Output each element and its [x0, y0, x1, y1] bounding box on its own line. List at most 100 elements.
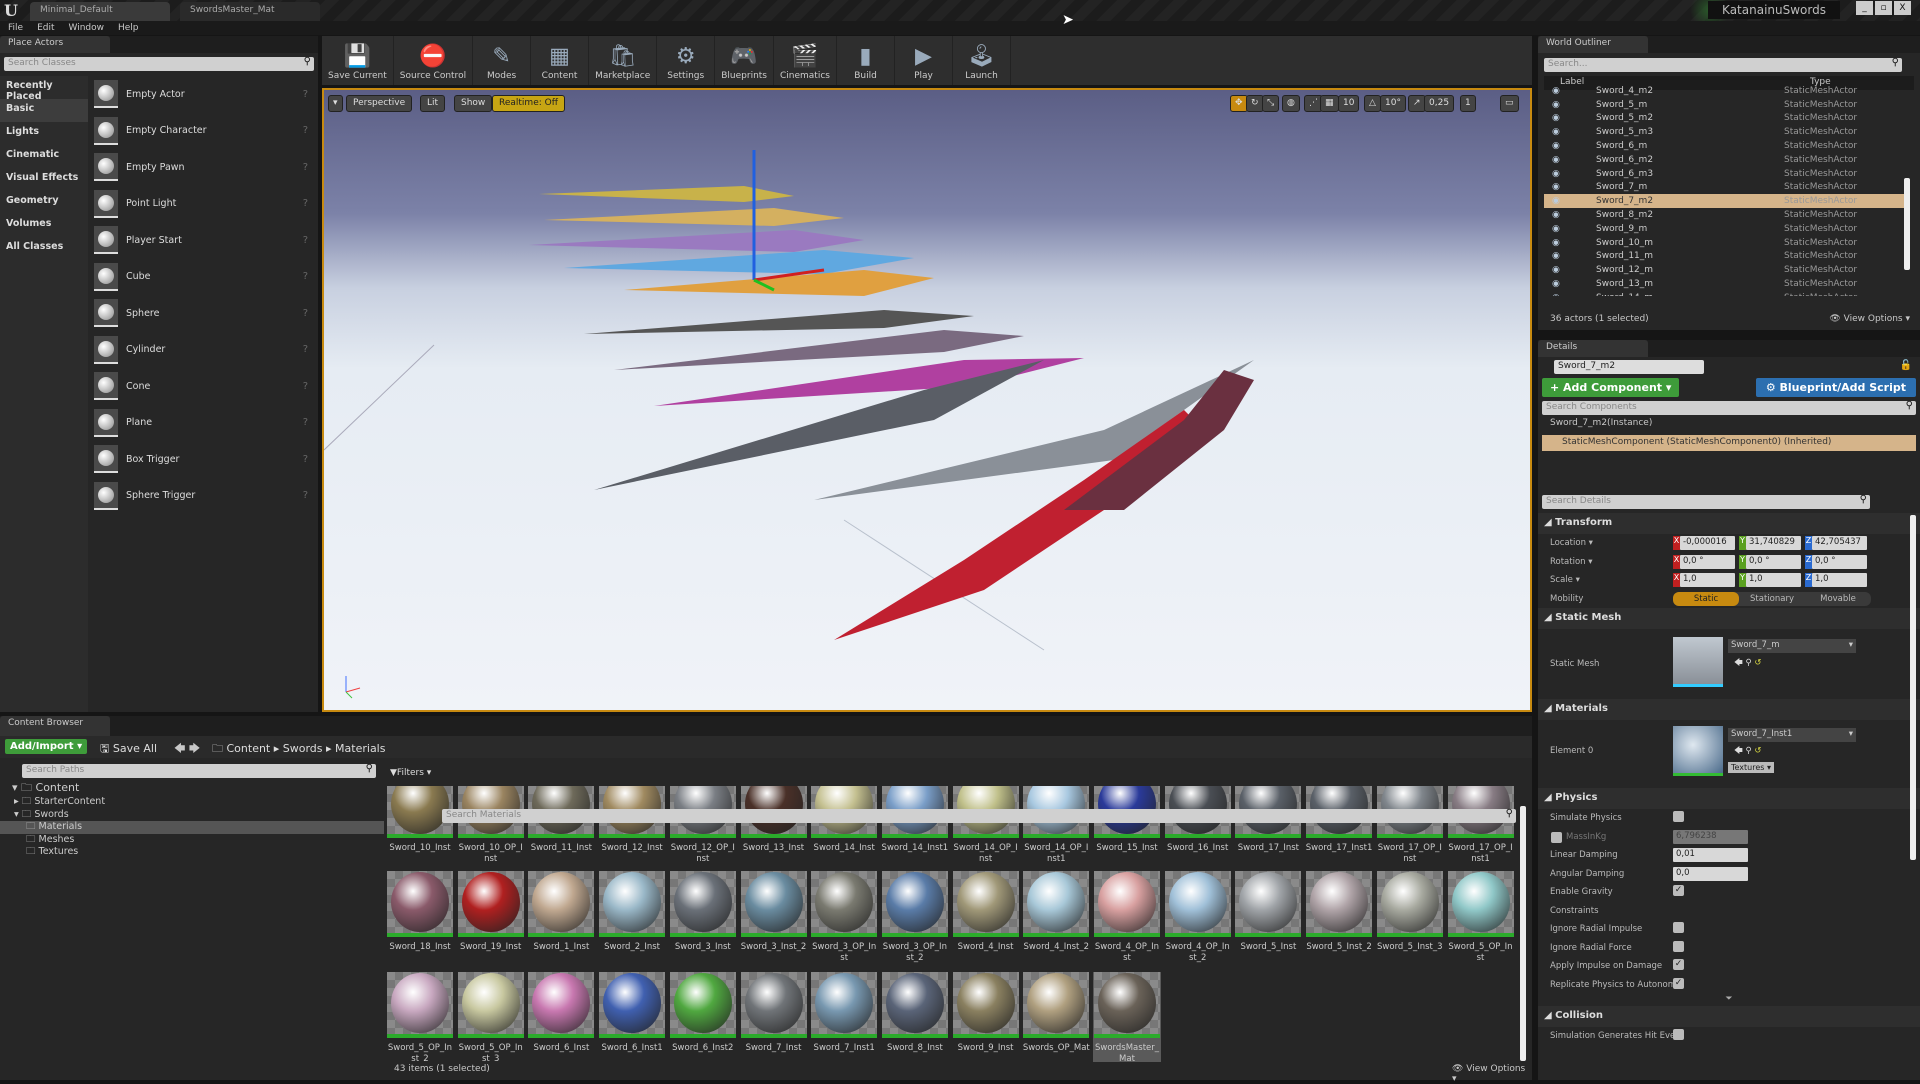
visibility-eye-icon[interactable]: ◉ [1544, 141, 1574, 151]
build-button[interactable]: ▮ Build [837, 36, 895, 85]
asset-tile[interactable]: Sword_6_Inst2 [669, 972, 737, 1062]
play-button[interactable]: ▶ Play [895, 36, 953, 85]
grid-snap-value[interactable]: 10 [1338, 95, 1360, 112]
visibility-eye-icon[interactable]: ◉ [1544, 279, 1574, 289]
visibility-eye-icon[interactable]: ◉ [1544, 265, 1574, 275]
perspective-button[interactable]: Perspective [346, 95, 413, 112]
actor-item[interactable]: Plane? [88, 405, 318, 442]
help-icon[interactable]: ? [303, 89, 308, 100]
mass-override-checkbox[interactable] [1551, 831, 1562, 843]
modes-button[interactable]: ✎ Modes [473, 36, 532, 85]
location-label[interactable]: Location ▾ [1550, 538, 1593, 548]
asset-tile[interactable]: Sword_15_Inst [1093, 786, 1161, 864]
menu-file[interactable]: File [8, 21, 23, 35]
asset-tile[interactable]: Sword_3_OP_Inst [810, 871, 878, 963]
visibility-eye-icon[interactable]: ◉ [1544, 100, 1574, 110]
asset-tile[interactable]: Sword_5_Inst_2 [1305, 871, 1373, 961]
show-button[interactable]: Show [454, 95, 493, 112]
asset-tile[interactable]: Sword_4_OP_Inst_2 [1164, 871, 1232, 963]
property-checkbox[interactable] [1673, 811, 1684, 822]
category-visual-effects[interactable]: Visual Effects [0, 168, 88, 191]
visibility-eye-icon[interactable]: ◉ [1544, 182, 1574, 192]
outliner-row[interactable]: ◉ Sword_7_m StaticMeshActor [1544, 181, 1906, 195]
outliner-row[interactable]: ◉ Sword_10_m StaticMeshActor [1544, 236, 1906, 250]
outliner-row[interactable]: ◉ Sword_5_m3 StaticMeshActor [1544, 125, 1906, 139]
category-all-classes[interactable]: All Classes [0, 237, 88, 260]
level-viewport[interactable]: ▾ Perspective Lit Show Realtime: Off ✥ ↻… [322, 88, 1532, 712]
asset-tile[interactable]: Sword_13_Inst [740, 786, 808, 864]
section-collision[interactable]: ◢ Collision [1538, 1006, 1920, 1027]
advanced-expand-icon[interactable]: ⏷ [1538, 994, 1920, 1006]
property-checkbox[interactable]: ✓ [1673, 977, 1684, 989]
asset-tile[interactable]: Swords_OP_Mat [1022, 972, 1090, 1062]
actor-item[interactable]: Sphere Trigger? [88, 478, 318, 515]
actor-item[interactable]: Player Start? [88, 222, 318, 259]
asset-tile[interactable]: Sword_12_Inst [598, 786, 666, 864]
folder-meshes[interactable]: 🗀 Meshes [0, 834, 384, 847]
asset-tile[interactable]: Sword_6_Inst1 [598, 972, 666, 1062]
translate-mode-icon[interactable]: ✥ [1230, 95, 1248, 112]
launch-button[interactable]: 🕹 Launch [953, 36, 1011, 85]
save-current-button[interactable]: 💾 Save Current [322, 36, 394, 85]
folder-textures[interactable]: 🗀 Textures [0, 846, 384, 859]
marketplace-button[interactable]: 🛍 Marketplace [589, 36, 658, 85]
section-physics[interactable]: ◢ Physics [1538, 788, 1920, 809]
asset-actions[interactable]: 🡄 ⚲ ↺ [1734, 745, 1762, 759]
help-icon[interactable]: ? [303, 271, 308, 282]
search-components-input[interactable]: Search Components ⚲ [1542, 400, 1916, 415]
textures-button[interactable]: Textures ▾ [1728, 762, 1775, 773]
asset-tile[interactable]: Sword_17_Inst1 [1305, 786, 1373, 864]
asset-tile[interactable]: SwordsMaster_Mat [1093, 972, 1161, 1062]
asset-tile[interactable]: Sword_17_OP_Inst1 [1447, 786, 1515, 864]
content-button[interactable]: ▦ Content [531, 36, 590, 85]
maximize-viewport-icon[interactable]: ▭ [1500, 95, 1519, 112]
material-thumbnail[interactable] [1673, 726, 1723, 776]
tab-content-browser[interactable]: Content Browser [0, 716, 110, 736]
tab-details[interactable]: Details [1538, 340, 1648, 357]
outliner-row[interactable]: ◉ Sword_7_m2 StaticMeshActor [1544, 194, 1906, 209]
asset-tile[interactable]: Sword_12_OP_Inst [669, 786, 737, 864]
asset-tile[interactable]: Sword_7_Inst1 [810, 972, 878, 1062]
visibility-eye-icon[interactable]: ◉ [1544, 155, 1574, 165]
rotation-snap-value[interactable]: 10° [1380, 95, 1406, 112]
history-back-forward[interactable]: 🡄 🡆 [174, 740, 200, 759]
scale-snap-icon[interactable]: ↗ [1408, 95, 1426, 112]
visibility-eye-icon[interactable]: ◉ [1544, 169, 1574, 179]
add-component-button[interactable]: + Add Component ▾ [1542, 378, 1680, 397]
folder-materials[interactable]: 🗀 Materials [0, 821, 384, 834]
asset-tile[interactable]: Sword_18_Inst [386, 871, 454, 961]
mobility-static[interactable]: Static [1673, 591, 1739, 606]
location-x-field[interactable]: -0,000016 [1680, 536, 1735, 550]
asset-tile[interactable]: Sword_9_Inst [952, 972, 1020, 1062]
camera-speed-button[interactable]: 1 [1460, 95, 1476, 112]
breadcrumb-materials[interactable]: Materials [335, 742, 385, 755]
actor-item[interactable]: Cube? [88, 259, 318, 296]
mobility-movable[interactable]: Movable [1805, 592, 1871, 606]
outliner-row[interactable]: ◉ Sword_13_m StaticMeshActor [1544, 277, 1906, 291]
actor-item[interactable]: Point Light? [88, 186, 318, 223]
material-dropdown[interactable]: Sword_7_Inst1 ▾ [1728, 728, 1856, 742]
scale-y-field[interactable]: 1,0 [1746, 573, 1801, 587]
help-icon[interactable]: ? [303, 454, 308, 465]
outliner-row[interactable]: ◉ Sword_9_m StaticMeshActor [1544, 222, 1906, 236]
static-mesh-thumbnail[interactable] [1673, 637, 1723, 687]
asset-tile[interactable]: Sword_5_OP_Inst_3 [457, 972, 525, 1062]
search-paths-input[interactable]: Search Paths ⚲ [22, 763, 376, 778]
outliner-scrollbar[interactable] [1904, 178, 1910, 270]
section-static-mesh[interactable]: ◢ Static Mesh [1538, 608, 1920, 629]
asset-tile[interactable]: Sword_14_Inst1 [881, 786, 949, 864]
scale-mode-icon[interactable]: ⤡ [1262, 95, 1280, 112]
close-button[interactable]: X [1894, 1, 1911, 15]
menu-edit[interactable]: Edit [37, 21, 54, 35]
breadcrumb-content[interactable]: Content [227, 742, 271, 755]
help-icon[interactable]: ? [303, 344, 308, 355]
rotation-label[interactable]: Rotation ▾ [1550, 557, 1593, 567]
lit-button[interactable]: Lit [420, 95, 446, 112]
asset-tile[interactable]: Sword_4_OP_Inst [1093, 871, 1161, 963]
outliner-row[interactable]: ◉ Sword_6_m2 StaticMeshActor [1544, 153, 1906, 167]
grid-snap-icon[interactable]: ▦ [1320, 95, 1339, 112]
actor-item[interactable]: Empty Character? [88, 113, 318, 150]
scale-snap-value[interactable]: 0,25 [1424, 95, 1455, 112]
component-instance[interactable]: Sword_7_m2(Instance) [1538, 415, 1920, 433]
asset-tile[interactable]: Sword_8_Inst [881, 972, 949, 1062]
